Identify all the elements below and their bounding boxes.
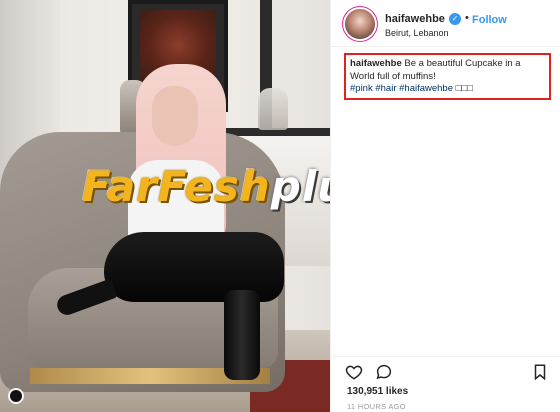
post-header: haifawehbe ✓ • Follow Beirut, Lebanon [331,0,560,47]
caption-emoji: □□□ [455,83,473,94]
user-tag-icon[interactable] [8,388,24,404]
verified-badge-icon: ✓ [449,13,461,25]
model-lower-leg [224,290,260,380]
hashtag-haifawehbe[interactable]: #haifawehbe [399,83,453,94]
separator-dot: • [465,12,469,24]
follow-button[interactable]: Follow [472,14,507,26]
model-legs [104,232,284,302]
location-link[interactable]: Beirut, Lebanon [385,28,449,38]
heart-icon[interactable] [345,363,363,381]
avatar[interactable] [345,9,375,39]
hashtag-hair[interactable]: #hair [375,83,396,94]
like-count[interactable]: 130,951 likes [347,386,408,397]
bookmark-icon[interactable] [531,363,549,381]
comment-bubble-icon[interactable] [375,363,393,381]
username-link[interactable]: haifawehbe [385,13,445,25]
caption-username[interactable]: haifawehbe [350,58,402,69]
action-bar [331,356,560,383]
post-timestamp[interactable]: 11 HOURS AGO [347,402,406,411]
watermark-main: FarFesh [82,162,271,211]
watermark: FarFeshplus.com [82,162,330,211]
hashtag-pink[interactable]: #pink [350,83,373,94]
model-face [152,86,198,146]
watermark-suffix: plus.com [270,162,330,211]
post-photo[interactable]: FarFeshplus.com [0,0,330,412]
glass-jar [258,88,288,130]
caption: haifawehbe Be a beautiful Cupcake in a W… [344,53,551,100]
post-sidebar: haifawehbe ✓ • Follow Beirut, Lebanon ha… [330,0,560,412]
